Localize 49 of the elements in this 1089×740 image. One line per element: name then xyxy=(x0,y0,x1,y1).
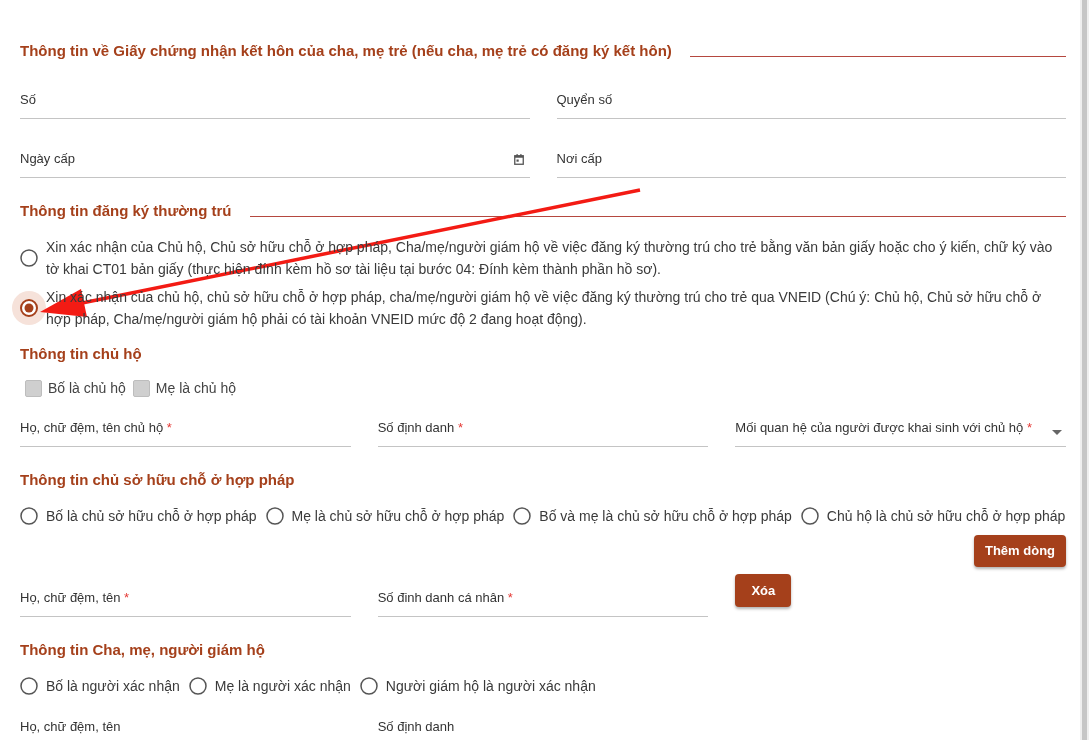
field-label: Số định danh xyxy=(377,719,455,735)
radio-button[interactable] xyxy=(513,507,532,525)
field-label: Số định danh * xyxy=(377,420,463,436)
text-field[interactable]: Họ, chữ đệm, tên xyxy=(20,703,351,740)
field-label: Họ, chữ đệm, tên xyxy=(20,719,121,735)
checkbox-label: Mẹ là chủ hộ xyxy=(155,379,236,397)
text-field[interactable]: Số xyxy=(20,76,530,119)
text-field[interactable]: Số định danh * xyxy=(377,404,709,447)
add-row-button[interactable]: Thêm dòng xyxy=(974,535,1066,567)
radio-button[interactable] xyxy=(800,507,819,525)
field-label: Quyển số xyxy=(556,92,613,108)
text-field[interactable]: Số định danh xyxy=(377,703,709,740)
section-heading: Thông tin đăng ký thường trú xyxy=(20,201,232,221)
field-label: Nơi cấp xyxy=(556,151,602,167)
radio-button[interactable] xyxy=(359,677,378,695)
dropdown-caret-icon[interactable] xyxy=(1052,429,1062,435)
delete-button[interactable]: Xóa xyxy=(735,574,792,607)
field-label: Số xyxy=(20,92,36,108)
text-field[interactable]: Họ, chữ đệm, tên chủ hộ * xyxy=(20,404,351,447)
text-field[interactable]: Họ, chữ đệm, tên * xyxy=(20,574,351,617)
radio-button[interactable] xyxy=(20,677,38,695)
text-field[interactable]: Số đinh danh cá nhân * xyxy=(377,574,709,617)
radio-label: Bố và mẹ là chủ sở hữu chỗ ở hợp pháp xyxy=(539,507,792,526)
date-field[interactable]: Ngày cấp xyxy=(20,135,530,178)
radio-label: Mẹ là người xác nhận xyxy=(214,677,351,696)
radio-button[interactable] xyxy=(20,249,38,267)
field-label: Ngày cấp xyxy=(20,151,75,167)
field-label: Họ, chữ đệm, tên chủ hộ * xyxy=(20,420,172,436)
section-heading: Thông tin chủ hộ xyxy=(20,344,142,364)
field-label: Mối quan hệ của người được khai sinh với chủ hộ * xyxy=(735,420,1032,436)
radio-label: Bố là người xác nhận xyxy=(46,677,180,696)
text-field[interactable]: Nơi cấp xyxy=(556,135,1066,178)
checkbox-label: Bố là chủ hộ xyxy=(48,379,126,397)
radio-label: Chủ hộ là chủ sở hữu chỗ ở hợp pháp xyxy=(826,507,1066,526)
field-label: Số đinh danh cá nhân * xyxy=(377,590,513,606)
section-heading: Thông tin chủ sở hữu chỗ ở hợp pháp xyxy=(20,470,295,490)
radio-button[interactable] xyxy=(12,291,46,325)
radio-button[interactable] xyxy=(265,507,284,525)
section-heading: Thông tin về Giấy chứng nhận kết hôn của cha, mẹ trẻ (nếu cha, mẹ trẻ có đăng ký kết hôn) xyxy=(20,41,672,61)
radio-label: Người giám hộ là người xác nhận xyxy=(385,677,596,696)
section-heading: Thông tin Cha, mẹ, người giám hộ xyxy=(20,640,265,660)
text-field[interactable]: Quyển số xyxy=(556,76,1066,119)
select-field[interactable]: Mối quan hệ của người được khai sinh với chủ hộ * xyxy=(735,404,1066,447)
radio-button[interactable] xyxy=(188,677,207,695)
radio-label: Bố là chủ sở hữu chỗ ở hợp pháp xyxy=(46,507,257,526)
calendar-icon[interactable] xyxy=(513,153,524,165)
field-label: Họ, chữ đệm, tên * xyxy=(20,590,130,606)
radio-label: Mẹ là chủ sở hữu chỗ ở hợp pháp xyxy=(291,507,505,526)
radio-button[interactable] xyxy=(20,507,38,525)
